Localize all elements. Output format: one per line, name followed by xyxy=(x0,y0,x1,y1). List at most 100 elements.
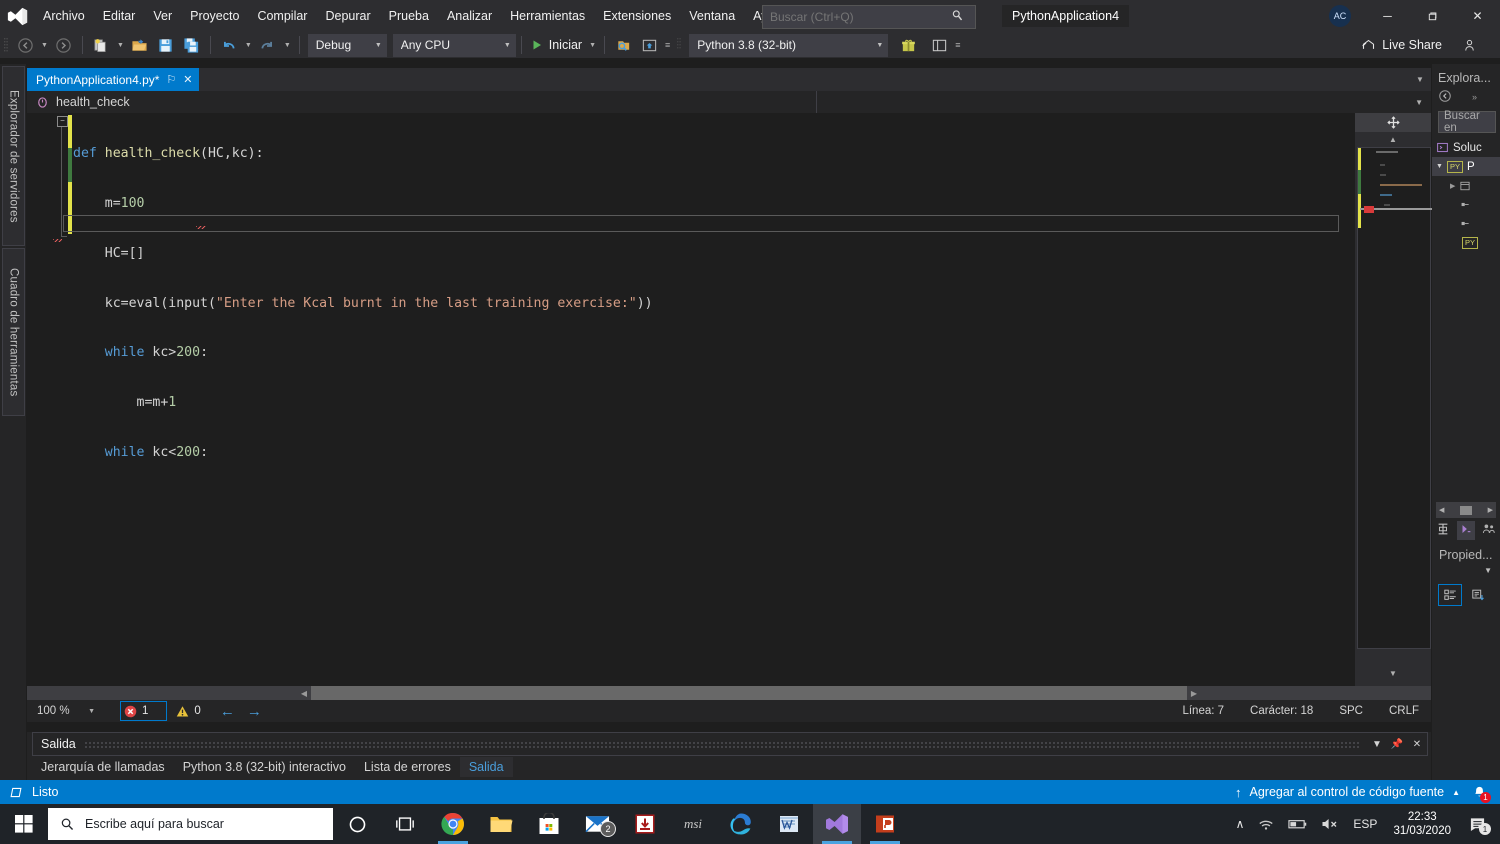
toolbar-grip[interactable] xyxy=(0,32,12,58)
scroll-thumb[interactable] xyxy=(1460,505,1472,515)
taskbar-app-file-explorer[interactable] xyxy=(477,804,525,844)
horizontal-scrollbar[interactable]: ◀ ▶ xyxy=(27,686,1431,700)
line-ending-indicator[interactable]: CRLF xyxy=(1389,705,1419,717)
menu-item-analizar[interactable]: Analizar xyxy=(438,0,501,32)
volume-muted-icon[interactable] xyxy=(1314,804,1346,844)
notifications-button[interactable]: 1 xyxy=(1468,782,1491,803)
menu-item-prueba[interactable]: Prueba xyxy=(380,0,438,32)
navigate-back-dropdown-icon[interactable]: ▼ xyxy=(38,42,51,49)
preview-window-icon[interactable] xyxy=(636,33,662,57)
extensions-gift-icon[interactable] xyxy=(895,33,921,57)
scrollbar-minimap-column[interactable]: ▲ ▼ xyxy=(1355,113,1432,686)
undo-dropdown-icon[interactable]: ▼ xyxy=(242,42,255,49)
window-layout-icon[interactable] xyxy=(926,33,952,57)
new-project-dropdown-icon[interactable]: ▼ xyxy=(114,42,127,49)
panel-drag-dots[interactable] xyxy=(83,740,1359,748)
scroll-left-icon[interactable]: ◀ xyxy=(1439,506,1444,514)
tree-row-solution[interactable]: Soluc xyxy=(1432,138,1500,157)
menu-item-herramientas[interactable]: Herramientas xyxy=(501,0,594,32)
chevron-down-icon[interactable]: ▼ xyxy=(1367,733,1387,755)
new-project-icon[interactable] xyxy=(88,33,114,57)
menu-item-depurar[interactable]: Depurar xyxy=(316,0,379,32)
toolbar-grip-2[interactable] xyxy=(673,32,685,58)
source-control-label[interactable]: Agregar al control de código fuente xyxy=(1250,785,1445,799)
document-tab-pythonapplication4[interactable]: PythonApplication4.py* ⚐ ✕ xyxy=(27,68,199,91)
team-explorer-icon[interactable] xyxy=(1482,522,1496,539)
navigate-previous-error-icon[interactable]: ← xyxy=(220,703,235,720)
python-environment-combo[interactable]: Python 3.8 (32-bit) ▼ xyxy=(689,33,889,57)
expander-icon[interactable]: ▼ xyxy=(1436,163,1443,170)
menu-item-extensiones[interactable]: Extensiones xyxy=(594,0,680,32)
breadcrumb-scope[interactable]: health_check xyxy=(27,91,130,113)
battery-icon[interactable] xyxy=(1281,804,1314,844)
solution-explorer-search[interactable]: Buscar en xyxy=(1438,110,1496,134)
navigate-forward-icon[interactable] xyxy=(51,33,77,57)
restore-button[interactable] xyxy=(1410,0,1455,32)
menu-item-proyecto[interactable]: Proyecto xyxy=(181,0,248,32)
error-count-box[interactable]: 1 xyxy=(120,701,168,721)
action-center-button[interactable]: 1 xyxy=(1460,804,1494,844)
zoom-level-combo[interactable]: 100 % ▼ xyxy=(34,702,98,720)
navigate-back-icon[interactable] xyxy=(12,33,38,57)
taskbar-app-mail[interactable]: 2 xyxy=(573,804,621,844)
solution-platform-combo[interactable]: Any CPU ▼ xyxy=(392,33,516,57)
start-debug-button[interactable]: Iniciar xyxy=(527,33,586,57)
redo-dropdown-icon[interactable]: ▼ xyxy=(281,42,294,49)
spaces-indicator[interactable]: SPC xyxy=(1339,705,1363,717)
pin-icon[interactable]: 📌 xyxy=(1387,733,1407,755)
start-dropdown-icon[interactable]: ▼ xyxy=(586,42,599,49)
pin-icon[interactable]: ⚐ xyxy=(166,73,176,86)
scroll-up-icon[interactable]: ▲ xyxy=(1355,132,1431,146)
scroll-down-icon[interactable]: ▼ xyxy=(1355,666,1431,680)
tab-error-list[interactable]: Lista de errores xyxy=(355,757,460,777)
split-view-icon[interactable] xyxy=(1355,113,1431,132)
scroll-right-icon[interactable]: ▶ xyxy=(1488,506,1493,514)
tree-row-project[interactable]: ▼ PY P xyxy=(1432,157,1500,176)
layout-overflow-icon[interactable]: ≡ xyxy=(952,40,963,50)
scroll-right-icon[interactable]: ▶ xyxy=(1187,686,1201,700)
quick-search-input[interactable] xyxy=(763,9,944,25)
code-minimap[interactable] xyxy=(1357,147,1432,649)
collapse-region-icon[interactable]: − xyxy=(57,116,68,127)
cortana-circle-icon[interactable] xyxy=(333,804,381,844)
warning-count-box[interactable]: 0 xyxy=(173,702,203,720)
back-icon[interactable] xyxy=(1438,89,1452,106)
avatar[interactable]: AC xyxy=(1329,5,1351,27)
save-icon[interactable] xyxy=(153,33,179,57)
explorer-overflow-icon[interactable]: » xyxy=(1472,92,1477,102)
taskbar-app-powerpoint[interactable] xyxy=(861,804,909,844)
clock[interactable]: 22:33 31/03/2020 xyxy=(1384,804,1460,844)
expander-collapsed-icon[interactable]: ▶ xyxy=(1450,182,1455,190)
close-icon[interactable]: ✕ xyxy=(1407,733,1427,755)
quick-search-box[interactable] xyxy=(762,5,976,29)
alphabetical-view-icon[interactable] xyxy=(1467,585,1489,605)
close-icon[interactable]: ✕ xyxy=(183,73,192,86)
tree-row-child-4[interactable]: PY xyxy=(1432,233,1500,252)
taskbar-app-edge[interactable] xyxy=(717,804,765,844)
menu-item-editar[interactable]: Editar xyxy=(94,0,145,32)
tray-expand-chevron-icon[interactable]: ∧ xyxy=(1229,804,1252,844)
undo-icon[interactable] xyxy=(216,33,242,57)
solution-explorer-view-icon[interactable] xyxy=(1457,520,1475,540)
task-view-icon[interactable] xyxy=(381,804,429,844)
tree-row-child-2[interactable] xyxy=(1432,195,1500,214)
solution-configuration-combo[interactable]: Debug ▼ xyxy=(307,33,387,57)
wifi-icon[interactable] xyxy=(1251,804,1281,844)
feedback-icon[interactable] xyxy=(1456,33,1482,57)
chevron-up-icon[interactable]: ▲ xyxy=(1452,788,1460,797)
taskbar-app-visual-studio[interactable] xyxy=(813,804,861,844)
categorized-view-icon[interactable] xyxy=(1438,584,1462,606)
properties-object-combo[interactable]: ▼ xyxy=(1436,562,1498,578)
navigate-next-error-icon[interactable]: → xyxy=(247,703,262,720)
taskbar-app-chrome[interactable] xyxy=(429,804,477,844)
menu-item-archivo[interactable]: Archivo xyxy=(34,0,94,32)
taskbar-app-microsoft-store[interactable] xyxy=(525,804,573,844)
menu-item-compilar[interactable]: Compilar xyxy=(248,0,316,32)
open-file-icon[interactable] xyxy=(127,33,153,57)
sidebar-item-toolbox[interactable]: Cuadro de herramientas xyxy=(2,248,25,416)
taskbar-app-msi[interactable]: msi xyxy=(669,804,717,844)
taskbar-search-box[interactable]: Escribe aquí para buscar xyxy=(48,808,333,840)
redo-icon[interactable] xyxy=(255,33,281,57)
language-indicator[interactable]: ESP xyxy=(1346,804,1384,844)
error-marker[interactable] xyxy=(1364,206,1374,213)
